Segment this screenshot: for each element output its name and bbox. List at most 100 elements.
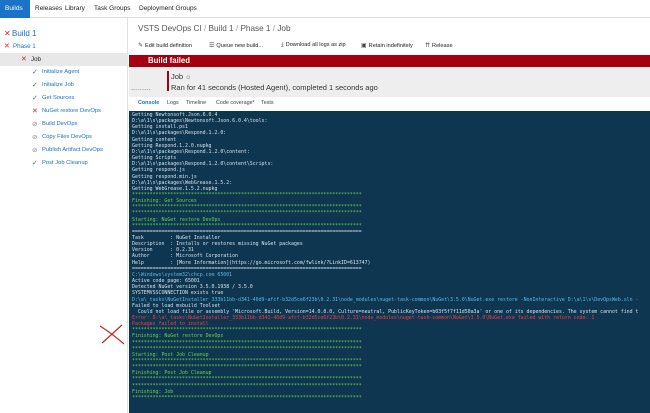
sidebar-phase-label: Phase 1 — [13, 43, 36, 50]
console-line: D:\a\1\s\packages\WebGrease.1.5.2: — [132, 179, 233, 186]
download-logs-button[interactable]: ⤓ Download all logs as zip — [281, 42, 346, 49]
console-line: Author : Microsoft Corporation — [132, 253, 238, 260]
tab-library[interactable]: Library — [60, 0, 90, 18]
tab-builds[interactable]: Builds — [0, 0, 30, 18]
job-name: Job — [171, 72, 184, 81]
console-line: Could not load file or assembly 'Microso… — [132, 308, 639, 315]
sidebar-task-item[interactable]: ✓ Initialize Agent — [0, 66, 128, 79]
sidebar-item-job[interactable]: ✕ Job — [0, 53, 128, 66]
console-line: Finishing: Job — [132, 388, 174, 395]
console-line: ****************************************… — [132, 382, 362, 389]
console-line: Failed to load msbuild Toolset — [132, 302, 221, 309]
tab-logs[interactable]: Logs — [167, 100, 179, 106]
sidebar-task-label: Post Job Cleanup — [42, 160, 88, 166]
console-line: Getting Scripts — [132, 155, 177, 162]
tab-console[interactable]: Console — [138, 100, 159, 106]
sidebar-task-item[interactable]: ⊘ Copy Files DevOps — [0, 131, 128, 144]
console-line: Finishing: Get Sources — [132, 198, 197, 205]
breadcrumb-separator: / — [203, 24, 207, 33]
console-line: ****************************************… — [132, 364, 362, 371]
console-line: Active code page: 65001 — [132, 278, 200, 285]
sidebar-task-label: Initialize Job — [42, 82, 74, 88]
sidebar-task-label: Initialize Agent — [42, 69, 80, 75]
sidebar-task-item[interactable]: ✓ Post Job Cleanup — [0, 157, 128, 170]
sidebar-task-item[interactable]: ✕ NuGet restore DevOps — [0, 105, 128, 118]
sidebar-task-item[interactable]: ✓ Initialize Job — [0, 79, 128, 92]
sidebar-task-label: NuGet restore DevOps — [42, 108, 101, 114]
build-failed-banner: Build failed — [129, 55, 650, 67]
console-line: Help : [More Information](https://go.mic… — [132, 259, 371, 266]
tab-task-groups[interactable]: Task Groups — [89, 0, 136, 18]
console-line: Version : 0.2.31 — [132, 247, 194, 254]
queue-icon: ☰ — [209, 43, 215, 49]
console-line: ****************************************… — [132, 358, 362, 364]
console-line: Error: D:\a\_tasks\NuGetInstaller_333b11… — [132, 314, 595, 321]
console-line: ========================================… — [132, 265, 362, 272]
check-icon: ✓ — [32, 69, 38, 76]
sidebar-item-phase[interactable]: ✕ Phase 1 — [0, 40, 128, 53]
queue-label: Queue new build... — [216, 43, 264, 49]
x-icon: ✕ — [4, 29, 11, 38]
edit-build-definition-button[interactable]: ✎ Edit build definition — [138, 42, 192, 49]
release-icon: ⇈ — [425, 43, 431, 49]
breadcrumb-phase[interactable]: Phase 1 — [240, 24, 270, 33]
x-icon: ✕ — [4, 43, 10, 50]
tab-deployment-groups[interactable]: Deployment Groups — [134, 0, 202, 18]
console-line: C:\Windows\system32\chcp.com 65001 — [132, 271, 233, 278]
breadcrumb-separator: / — [235, 24, 239, 33]
summary-dashes: --------- — [131, 87, 151, 93]
breadcrumb-separator: / — [272, 24, 276, 33]
sidebar-task-label: Get Sources — [42, 95, 75, 101]
console-line: Task : NuGet Installer — [132, 235, 221, 241]
console-line: ****************************************… — [132, 376, 362, 383]
download-icon: ⤓ — [281, 42, 284, 48]
sidebar-task-item[interactable]: ✓ Get Sources — [0, 92, 128, 105]
x-icon: ✕ — [21, 56, 27, 63]
console-line: Getting Respond.1.2.0.nupkg — [132, 142, 212, 149]
release-button[interactable]: ⇈ Release — [425, 42, 453, 49]
console-line: Getting install.ps1 — [132, 124, 188, 131]
x-icon: ✕ — [32, 108, 38, 115]
console-line: Starting: NuGet restore DevOps — [132, 216, 221, 223]
toolbar: ✎ Edit build definition ☰ Queue new build.… — [129, 40, 650, 54]
top-nav: Builds Releases Library Task Groups Depl… — [0, 0, 650, 18]
sidebar-item-build[interactable]: ✕ Build 1 — [0, 27, 128, 40]
console-line: Starting: Post Job Cleanup — [132, 351, 209, 358]
console-line: Detected NuGet version 3.5.0.1938 / 3.5.… — [132, 284, 253, 291]
skipped-icon: ⊘ — [32, 147, 38, 154]
breadcrumb-build[interactable]: Build 1 — [209, 24, 234, 33]
edit-label: Edit build definition — [145, 43, 192, 49]
console-line: ****************************************… — [132, 394, 362, 401]
tab-tests[interactable]: Tests — [261, 100, 274, 106]
console-line: D:\a\1\s\packages\Newtonsoft.Json.6.0.4\… — [132, 118, 268, 125]
console-line: ****************************************… — [132, 345, 362, 352]
console-line: Getting respond.min.js — [132, 173, 197, 180]
console-output[interactable]: Getting Newtonsoft.Json.6.0.4 D:\a\1\s\pa… — [129, 111, 650, 413]
check-icon: ✓ — [32, 160, 38, 167]
tab-timeline[interactable]: Timeline — [186, 100, 206, 106]
sidebar-task-item[interactable]: ⊘ Publish Artifact DevOps — [0, 144, 128, 157]
build-tree-sidebar: ✕ Build 1 ✕ Phase 1 ✕ Job ✓ Initialize A… — [0, 18, 128, 413]
agent-icon: ☺ — [185, 75, 192, 81]
annotation-x-mark — [99, 324, 125, 345]
job-summary: --------- Job ☺ Ran for 41 seconds (Host… — [129, 67, 650, 97]
console-line: Getting WebGrease.1.5.2.nupkg — [132, 185, 218, 192]
job-run-info: Ran for 41 seconds (Hosted Agent), compl… — [171, 83, 378, 92]
retain-indefinitely-button[interactable]: ▣ Retain indefinitely — [361, 42, 413, 49]
tab-code-coverage[interactable]: Code coverage* — [216, 100, 255, 106]
breadcrumb: VSTS DevOps CI / Build 1 / Phase 1 / Job — [138, 24, 291, 33]
sidebar-task-item[interactable]: ⊘ Build DevOps — [0, 118, 128, 131]
retain-label: Retain indefinitely — [368, 43, 413, 49]
console-line: D:\a\1\s\packages\Respond.1.2.0\content: — [132, 148, 250, 155]
breadcrumb-project[interactable]: VSTS DevOps CI — [138, 24, 202, 33]
console-line: D:\a\1\s\packages\Respond.1.2.0\content\… — [132, 161, 274, 168]
job-title: Job ☺ — [171, 72, 191, 81]
sidebar-build-label: Build 1 — [12, 29, 37, 38]
console-line: Description : Installs or restores missi… — [132, 241, 303, 248]
console-line: ****************************************… — [132, 204, 362, 211]
skipped-icon: ⊘ — [32, 134, 38, 141]
queue-new-build-button[interactable]: ☰ Queue new build... — [209, 42, 263, 49]
console-line: SYSTEMVSSCONNECTION exists true — [132, 290, 224, 297]
console-line: Getting respond.js — [132, 167, 185, 174]
console-line: ****************************************… — [132, 191, 362, 198]
